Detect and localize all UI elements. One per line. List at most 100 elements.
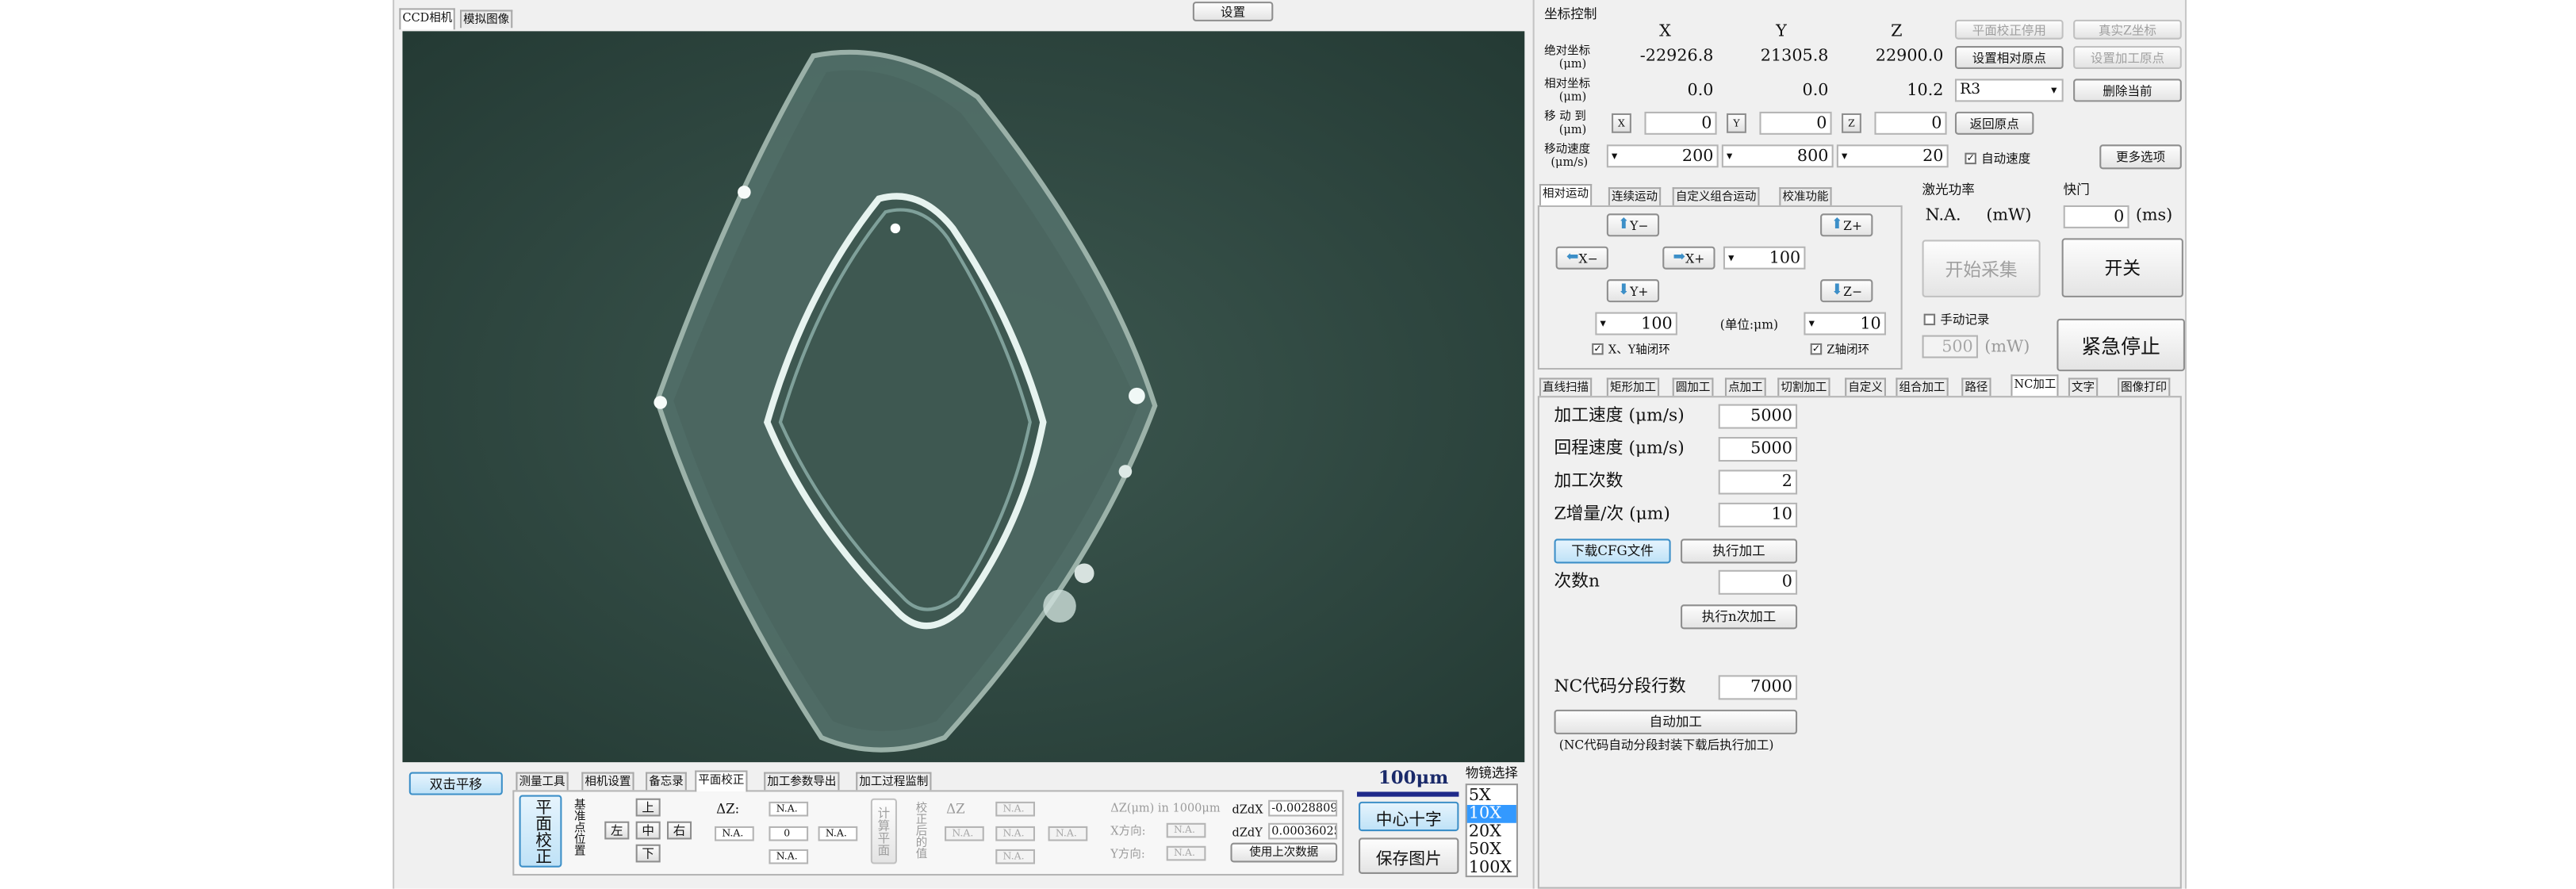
y-plus-button[interactable]: ⬇ Y+ — [1606, 279, 1660, 303]
z-step-dropdown-icon[interactable]: ▾ — [1809, 317, 1815, 331]
tab-process-monitor[interactable]: 加工过程监制 — [856, 772, 932, 791]
dir-down-button[interactable]: 下 — [635, 844, 661, 863]
dir-left-button[interactable]: 左 — [604, 821, 630, 840]
tab-line-scan[interactable]: 直线扫描 — [1539, 377, 1593, 397]
settings-button[interactable]: 设置 — [1192, 2, 1274, 21]
set-process-origin-button[interactable]: 设置加工原点 — [2073, 45, 2182, 69]
xy-step-dropdown-icon[interactable]: ▾ — [1600, 317, 1606, 331]
emergency-stop-button[interactable]: 紧急停止 — [2057, 318, 2185, 372]
more-options-button[interactable]: 更多选项 — [2099, 144, 2182, 170]
objective-option-100x[interactable]: 100X — [1469, 859, 1512, 877]
tab-measure-tools[interactable]: 测量工具 — [516, 772, 569, 791]
preset-dropdown-icon[interactable]: ▾ — [2051, 84, 2057, 98]
objective-option-10x[interactable]: 10X — [1466, 804, 1516, 823]
x-dir-label: X方向: — [1110, 824, 1146, 838]
speed-x-input[interactable]: ▾ 200 — [1606, 144, 1719, 168]
nc-split-input[interactable]: 7000 — [1718, 675, 1798, 700]
move-x-input[interactable]: 0 — [1644, 111, 1717, 135]
calc-plane-button[interactable]: 计算平面 — [870, 798, 897, 864]
move-x-button[interactable]: X — [1612, 113, 1631, 133]
nc-n-input[interactable]: 0 — [1718, 569, 1798, 595]
delete-current-button[interactable]: 删除当前 — [2073, 79, 2182, 102]
double-click-pan-button[interactable]: 双击平移 — [408, 772, 503, 795]
x-minus-button[interactable]: ⬅ X− — [1555, 246, 1608, 270]
speed-y-input[interactable]: ▾ 800 — [1721, 144, 1834, 168]
preset-select[interactable]: R3 ▾ — [1954, 79, 2064, 102]
speed-y-dropdown-icon[interactable]: ▾ — [1727, 149, 1732, 163]
dir-right-button[interactable]: 右 — [666, 821, 692, 840]
center-cross-button[interactable]: 中心十字 — [1359, 801, 1459, 832]
move-y-input[interactable]: 0 — [1759, 111, 1832, 135]
z-step-input[interactable]: ▾ 10 — [1804, 312, 1886, 335]
move-z-button[interactable]: Z — [1842, 113, 1861, 133]
set-relative-origin-button[interactable]: 设置相对原点 — [1954, 45, 2064, 69]
tab-combo-process[interactable]: 组合加工 — [1896, 377, 1949, 397]
tab-circle-process[interactable]: 圆加工 — [1672, 377, 1714, 397]
xy-step-right-input[interactable]: ▾ 100 — [1723, 246, 1806, 270]
manual-record-label: 手动记录 — [1940, 312, 1990, 328]
manual-power-input[interactable]: 500 — [1922, 335, 1978, 358]
tab-path[interactable]: 路径 — [1961, 377, 1991, 397]
return-origin-button[interactable]: 返回原点 — [1954, 111, 2034, 135]
auto-process-button[interactable]: 自动加工 — [1554, 709, 1798, 734]
execute-process-button[interactable]: 执行加工 — [1681, 538, 1798, 564]
speed-z-dropdown-icon[interactable]: ▾ — [1842, 149, 1847, 163]
plane-correction-button[interactable]: 平面校正 — [519, 795, 562, 868]
objective-list[interactable]: 5X 10X 20X 50X 100X — [1465, 784, 1518, 878]
shutter-switch-button[interactable]: 开关 — [2061, 238, 2183, 297]
objective-option-50x[interactable]: 50X — [1469, 841, 1501, 860]
x-plus-button[interactable]: ➡ X+ — [1662, 246, 1715, 270]
tab-relative-motion[interactable]: 相对运动 — [1539, 183, 1593, 205]
download-cfg-button[interactable]: 下载CFG文件 — [1554, 538, 1671, 564]
tab-continuous-motion[interactable]: 连续运动 — [1608, 187, 1662, 205]
plane-correction-disable-button[interactable]: 平面校正停用 — [1954, 19, 2064, 40]
dzdx-input[interactable]: -0.0028809 — [1268, 799, 1338, 817]
tab-text[interactable]: 文字 — [2068, 377, 2099, 397]
use-last-data-button[interactable]: 使用上次数据 — [1230, 842, 1338, 863]
manual-record-checkbox[interactable] — [1923, 313, 1936, 326]
nc-speed-input[interactable]: 5000 — [1718, 404, 1798, 429]
xy-step-input[interactable]: ▾ 100 — [1595, 312, 1677, 335]
auto-speed-checkbox[interactable]: ✓ — [1965, 152, 1976, 165]
tab-cut-process[interactable]: 切割加工 — [1777, 377, 1830, 397]
dir-up-button[interactable]: 上 — [635, 798, 661, 817]
objective-option-20x[interactable]: 20X — [1469, 823, 1501, 841]
dzdy-input[interactable]: 0.00036025 — [1268, 822, 1338, 840]
nc-return-input[interactable]: 5000 — [1718, 436, 1798, 462]
move-z-input[interactable]: 0 — [1874, 111, 1947, 135]
y-minus-button[interactable]: ⬆ Y− — [1606, 213, 1660, 237]
speed-x-dropdown-icon[interactable]: ▾ — [1612, 149, 1617, 163]
move-y-button[interactable]: Y — [1727, 113, 1746, 133]
nc-z-input[interactable]: 10 — [1718, 502, 1798, 527]
shutter-time-input[interactable]: 0 — [2063, 205, 2129, 228]
dir-middle-button[interactable]: 中 — [635, 821, 661, 840]
z-minus-button[interactable]: ⬇ Z− — [1820, 279, 1873, 303]
z-plus-button[interactable]: ⬆ Z+ — [1820, 213, 1873, 237]
start-acquisition-button[interactable]: 开始采集 — [1922, 239, 2041, 297]
tab-custom-motion[interactable]: 自定义组合运动 — [1672, 187, 1760, 205]
speed-z-input[interactable]: ▾ 20 — [1836, 144, 1949, 168]
save-image-button[interactable]: 保存图片 — [1359, 837, 1459, 874]
tab-calibration[interactable]: 校准功能 — [1779, 187, 1832, 205]
tab-point-process[interactable]: 点加工 — [1724, 377, 1766, 397]
execute-n-times-button[interactable]: 执行n次加工 — [1681, 604, 1798, 630]
tab-ccd-camera[interactable]: CCD相机 — [399, 8, 456, 30]
xy-closed-loop-checkbox[interactable]: ✓ — [1592, 343, 1604, 355]
tab-custom[interactable]: 自定义 — [1845, 377, 1886, 397]
tab-camera-settings[interactable]: 相机设置 — [581, 772, 634, 791]
camera-view[interactable] — [402, 31, 1525, 763]
z-closed-loop-label: Z轴闭环 — [1827, 343, 1869, 357]
tab-nc-process[interactable]: NC加工 — [2011, 374, 2060, 397]
tab-image-print[interactable]: 图像打印 — [2118, 377, 2171, 397]
objective-option-5x[interactable]: 5X — [1469, 787, 1491, 805]
real-z-coord-button[interactable]: 真实Z坐标 — [2073, 19, 2182, 40]
tab-rect-process[interactable]: 矩形加工 — [1606, 377, 1660, 397]
tab-memo[interactable]: 备忘录 — [646, 772, 687, 791]
tab-plane-correction[interactable]: 平面校正 — [695, 770, 748, 792]
tab-export-params[interactable]: 加工参数导出 — [764, 772, 840, 791]
xy-step-right-dropdown-icon[interactable]: ▾ — [1728, 251, 1734, 265]
z-closed-loop-checkbox[interactable]: ✓ — [1810, 343, 1823, 355]
tab-simulated-image[interactable]: 模拟图像 — [459, 10, 513, 29]
dz-up-value: N.A. — [769, 801, 809, 817]
nc-times-input[interactable]: 2 — [1718, 469, 1798, 495]
